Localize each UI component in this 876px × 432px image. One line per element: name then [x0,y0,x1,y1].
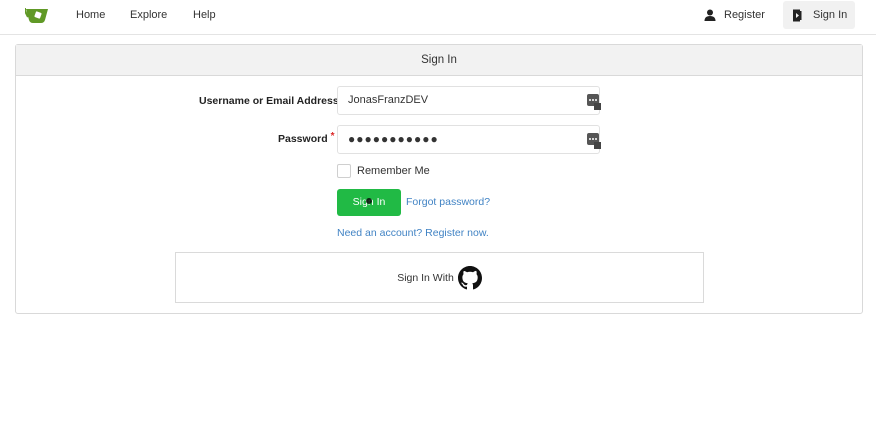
password-manager-icon[interactable] [587,133,601,149]
nav-home-link[interactable]: Home [76,9,105,21]
password-label-text: Password [278,133,328,145]
nav-sign-in-button[interactable]: Sign In [783,1,855,29]
mouse-cursor [366,198,372,204]
password-manager-icon[interactable] [587,94,601,110]
sign-in-icon [793,9,802,21]
username-value: JonasFranzDEV [348,94,429,106]
password-label: Password * [278,131,335,145]
nav-sign-in-label: Sign In [813,9,848,21]
sign-in-card: Sign In Username or Email Address* Jonas… [15,44,863,314]
password-value: ●●●●●●●●●●● [348,132,439,146]
forgot-password-link[interactable]: Forgot password? [406,196,490,208]
nav-register-label: Register [724,9,765,21]
remember-me-label: Remember Me [357,165,430,177]
required-marker: * [330,131,335,142]
github-icon[interactable] [457,265,482,290]
user-icon [704,9,716,21]
top-navbar: Home Explore Help Register Sign In [0,0,876,35]
username-label: Username or Email Address* [199,93,346,107]
register-link[interactable]: Need an account? Register now. [337,227,489,239]
oauth-label: Sign In With [397,271,454,284]
remember-me-checkbox[interactable]: Remember Me [337,164,430,178]
nav-explore-link[interactable]: Explore [130,9,167,21]
username-input[interactable]: JonasFranzDEV [337,86,601,115]
gitea-logo-icon[interactable] [23,6,49,24]
password-input[interactable]: ●●●●●●●●●●● [337,125,601,154]
card-header: Sign In [16,45,862,76]
checkbox-box[interactable] [337,164,351,178]
nav-register-link[interactable]: Register [704,5,765,25]
username-label-text: Username or Email Address [199,95,339,107]
nav-help-link[interactable]: Help [193,9,216,21]
oauth-sign-in-box: Sign In With [175,252,704,303]
